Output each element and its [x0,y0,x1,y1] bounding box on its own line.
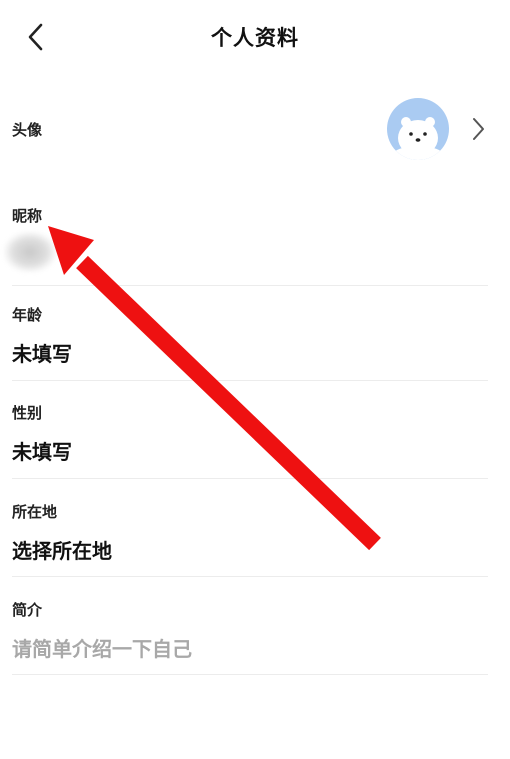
age-field[interactable]: 未填写 [12,338,72,367]
divider [12,478,488,479]
gender-field[interactable]: 未填写 [12,436,72,465]
divider [12,576,488,577]
bio-label: 简介 [12,601,43,619]
nickname-label: 昵称 [12,207,43,225]
polar-bear-avatar-icon [387,98,449,160]
nickname-field[interactable] [0,228,510,278]
gender-label: 性别 [12,404,43,422]
divider [12,285,488,286]
nickname-value-redacted [4,232,56,272]
location-field[interactable]: 选择所在地 [12,535,112,564]
location-label: 所在地 [12,503,58,521]
page-title: 个人资料 [211,26,299,50]
chevron-right-icon[interactable] [468,116,488,142]
divider [12,380,488,381]
profile-page: 个人资料 头像 昵称 年龄 未填写 性别 未填写 所在地 选择所在地 简介 请简… [0,0,510,759]
bio-input[interactable]: 请简单介绍一下自己 [12,633,192,662]
avatar-label: 头像 [12,121,43,139]
divider [12,674,488,675]
age-label: 年龄 [12,306,43,324]
avatar[interactable] [387,98,449,160]
